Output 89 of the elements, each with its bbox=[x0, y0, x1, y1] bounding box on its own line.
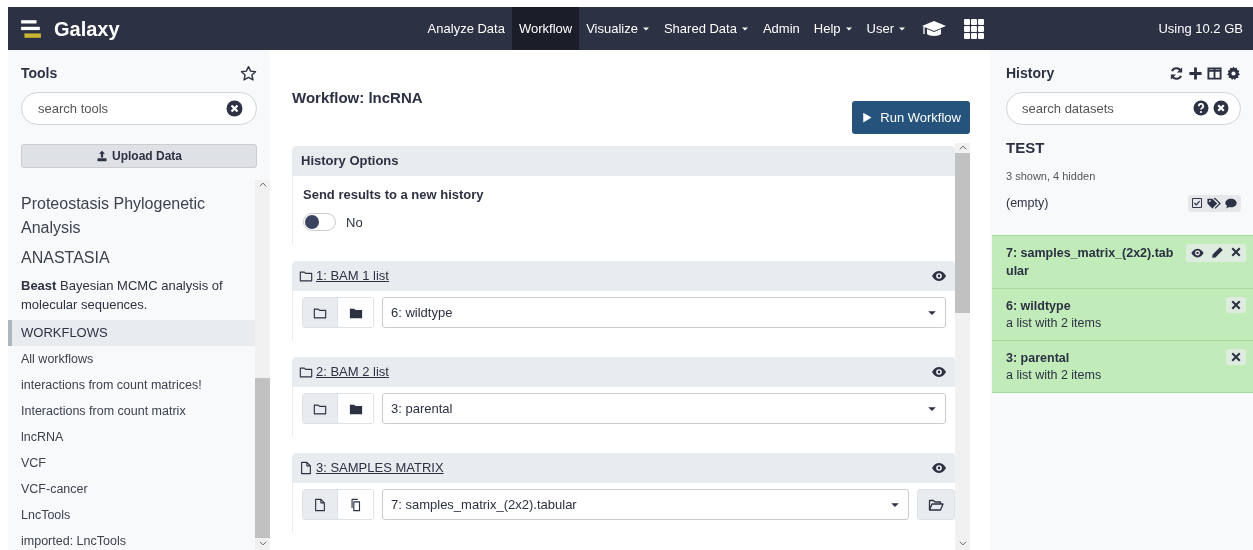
dataset-subtitle: a list with 2 items bbox=[1006, 314, 1103, 332]
refresh-icon[interactable] bbox=[1169, 66, 1184, 81]
copy-icon bbox=[348, 497, 363, 512]
history-counts: 3 shown, 4 hidden bbox=[1005, 168, 1097, 184]
eye-icon[interactable] bbox=[931, 364, 947, 380]
history-name[interactable]: TEST bbox=[990, 125, 1253, 160]
close-icon[interactable] bbox=[1230, 350, 1242, 363]
play-icon bbox=[861, 111, 874, 124]
history-size: (empty) bbox=[1006, 195, 1049, 212]
workflow-link[interactable]: interactions from count matrices! bbox=[8, 372, 255, 398]
quota-text[interactable]: Using 10.2 GB bbox=[1158, 18, 1243, 39]
single-input-button[interactable] bbox=[303, 298, 338, 327]
pencil-icon[interactable] bbox=[1211, 245, 1224, 259]
upload-icon bbox=[96, 150, 108, 162]
nav-menu-item[interactable]: Admin bbox=[755, 7, 807, 50]
search-field[interactable]: search tools bbox=[21, 92, 257, 125]
workflow-link[interactable]: LncTools bbox=[8, 502, 255, 528]
logo-icon[interactable] bbox=[20, 17, 42, 40]
workflow-link[interactable]: Interactions from count matrix bbox=[8, 398, 255, 424]
help-icon[interactable] bbox=[1193, 100, 1209, 116]
option-label: Send results to a new history bbox=[302, 186, 485, 204]
columns-icon[interactable] bbox=[1207, 66, 1222, 81]
select-dropdown[interactable]: 7: samples_matrix_(2x2).tabular bbox=[382, 489, 909, 520]
grid-icon[interactable] bbox=[964, 18, 984, 39]
dataset-title[interactable]: 3: parental bbox=[1006, 348, 1220, 367]
nav-menu-item[interactable]: Visualize bbox=[579, 7, 657, 50]
comment-icon[interactable] bbox=[1224, 196, 1238, 210]
dataset-title[interactable]: 6: wildtype bbox=[1006, 296, 1220, 315]
workflow-link[interactable]: VCF-cancer bbox=[8, 476, 255, 502]
folder-icon bbox=[313, 305, 327, 320]
select-dropdown[interactable]: 3: parental bbox=[382, 393, 946, 424]
upload-button[interactable]: Upload Data bbox=[21, 144, 257, 168]
panel-title: Tools bbox=[21, 64, 58, 83]
run-workflow-button[interactable]: Run Workflow bbox=[852, 101, 970, 134]
workflow-link[interactable]: lncRNA bbox=[8, 424, 255, 450]
tool-section-link[interactable]: Proteostasis Phylogenetic Analysis bbox=[8, 192, 255, 246]
select-dropdown[interactable]: 6: wildtype bbox=[382, 297, 946, 328]
search-field[interactable]: search datasets bbox=[1006, 92, 1241, 125]
plus-icon[interactable] bbox=[1188, 66, 1203, 81]
eye-icon[interactable] bbox=[931, 268, 947, 284]
settings-icon[interactable] bbox=[1226, 66, 1241, 81]
folder-icon bbox=[299, 269, 313, 283]
folder-icon bbox=[313, 401, 327, 416]
dataset-title[interactable]: 7: samples_matrix_(2x2).tabular bbox=[1006, 243, 1180, 280]
scroll-down-icon[interactable] bbox=[257, 538, 268, 548]
workflow-link[interactable]: VCF bbox=[8, 450, 255, 476]
workflow-link[interactable]: All workflows bbox=[8, 346, 255, 372]
file-icon bbox=[299, 461, 313, 475]
history-item[interactable]: 6: wildtype a list with 2 items bbox=[992, 288, 1253, 341]
nav-menu-item[interactable]: Shared Data bbox=[656, 7, 756, 50]
clear-icon[interactable] bbox=[1213, 100, 1229, 116]
tags-icon[interactable] bbox=[1206, 196, 1221, 210]
dataset-subtitle: a list with 2 items bbox=[1006, 366, 1103, 384]
section-header[interactable]: WORKFLOWS bbox=[8, 320, 255, 346]
history-item[interactable]: 7: samples_matrix_(2x2).tabular bbox=[992, 235, 1253, 289]
toggle-switch[interactable] bbox=[303, 213, 336, 232]
input-label-link[interactable]: 3: SAMPLES MATRIX bbox=[316, 458, 444, 478]
nav-menu-item[interactable]: Help bbox=[806, 7, 860, 50]
tool-section-link[interactable]: ANASTASIA bbox=[8, 246, 255, 276]
single-input-button[interactable] bbox=[303, 490, 338, 519]
input-label-link[interactable]: 2: BAM 2 list bbox=[316, 362, 389, 382]
toggle-label: No bbox=[346, 213, 363, 232]
scrollbar[interactable] bbox=[255, 180, 270, 550]
history-item[interactable]: 3: parental a list with 2 items bbox=[992, 340, 1253, 393]
nav-menu-item[interactable]: User bbox=[859, 7, 913, 50]
workflow-link[interactable]: imported: LncTools bbox=[8, 528, 255, 550]
checkbox-icon[interactable] bbox=[1191, 196, 1203, 209]
panel-title: History bbox=[1006, 64, 1055, 83]
brand-name[interactable]: Galaxy bbox=[54, 13, 120, 44]
close-icon[interactable] bbox=[1230, 245, 1242, 258]
scrollbar[interactable] bbox=[955, 143, 970, 550]
nav-menu-item[interactable]: Analyze Data bbox=[420, 7, 512, 50]
scroll-up-icon[interactable] bbox=[957, 143, 968, 153]
clear-icon[interactable] bbox=[226, 100, 243, 117]
star-icon[interactable] bbox=[240, 65, 257, 82]
graduation-cap-icon[interactable] bbox=[921, 19, 947, 38]
scroll-down-icon[interactable] bbox=[957, 538, 968, 548]
eye-icon[interactable] bbox=[931, 460, 947, 476]
input-label-link[interactable]: 1: BAM 1 list bbox=[316, 266, 389, 286]
folder-icon bbox=[299, 365, 313, 379]
workflow-title: Workflow: lncRNA bbox=[292, 88, 423, 108]
scroll-up-icon[interactable] bbox=[257, 180, 268, 190]
browse-button[interactable] bbox=[917, 489, 955, 520]
card-header: History Options bbox=[293, 146, 955, 176]
nav-menu-item[interactable]: Workflow bbox=[511, 7, 580, 50]
file-icon bbox=[313, 497, 327, 512]
close-icon[interactable] bbox=[1230, 298, 1242, 311]
single-input-button[interactable] bbox=[303, 394, 338, 423]
tool-link[interactable]: Beast Bayesian MCMC analysis of molecular sequences. bbox=[8, 276, 255, 320]
